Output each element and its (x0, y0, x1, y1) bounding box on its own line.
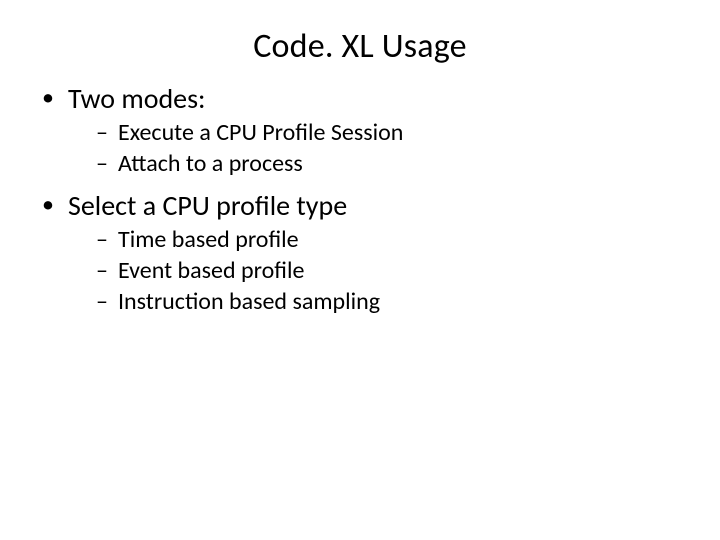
list-item: Instruction based sampling (96, 287, 680, 316)
slide: Code. XL Usage Two modes: Execute a CPU … (0, 0, 720, 540)
list-item: Time based profile (96, 225, 680, 254)
list-item: Select a CPU profile type Time based pro… (40, 188, 680, 316)
list-item: Attach to a process (96, 149, 680, 178)
bullet-list: Two modes: Execute a CPU Profile Session… (40, 81, 680, 316)
sub-bullet-text: Time based profile (118, 225, 299, 254)
sub-list: Time based profile Event based profile I… (68, 225, 680, 316)
sub-list: Execute a CPU Profile Session Attach to … (68, 118, 680, 178)
list-item: Event based profile (96, 256, 680, 285)
bullet-text: Select a CPU profile type (68, 188, 347, 223)
sub-bullet-text: Instruction based sampling (118, 287, 380, 316)
list-item: Two modes: Execute a CPU Profile Session… (40, 81, 680, 178)
sub-bullet-text: Attach to a process (118, 149, 303, 178)
slide-title: Code. XL Usage (40, 26, 680, 67)
sub-bullet-text: Event based profile (118, 256, 304, 285)
list-item: Execute a CPU Profile Session (96, 118, 680, 147)
bullet-text: Two modes: (68, 81, 206, 116)
sub-bullet-text: Execute a CPU Profile Session (118, 118, 403, 147)
